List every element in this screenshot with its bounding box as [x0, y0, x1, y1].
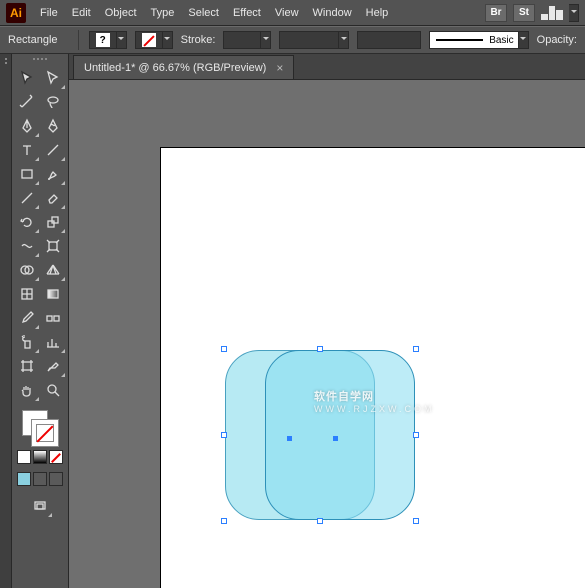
selected-shapes[interactable]: [225, 350, 415, 540]
magic-wand-tool[interactable]: [14, 90, 40, 114]
tools-grip[interactable]: [25, 58, 55, 62]
document-tab-title: Untitled-1* @ 66.67% (RGB/Preview): [84, 62, 266, 74]
menu-select[interactable]: Select: [188, 5, 219, 21]
zoom-tool[interactable]: [40, 378, 66, 402]
brush-stroke-icon: [436, 39, 484, 41]
fill-swatch[interactable]: ?: [89, 31, 117, 49]
watermark: 软件自学网 WWW.RJZXW.COM: [314, 380, 434, 414]
stroke-weight-label: Stroke:: [181, 34, 216, 46]
menu-object[interactable]: Object: [105, 5, 137, 21]
eyedropper-tool[interactable]: [14, 306, 40, 330]
brush-dropdown[interactable]: [519, 31, 529, 49]
app-logo: Ai: [6, 3, 26, 23]
stock-badge[interactable]: St: [513, 4, 535, 22]
color-mode-fill[interactable]: [17, 450, 31, 464]
draw-behind-mode[interactable]: [33, 472, 47, 486]
menu-window[interactable]: Window: [313, 5, 352, 21]
menu-help[interactable]: Help: [366, 5, 389, 21]
menu-view[interactable]: View: [275, 5, 299, 21]
stroke-weight-stepper[interactable]: [261, 31, 271, 49]
curvature-tool[interactable]: [40, 114, 66, 138]
width-tool[interactable]: [14, 234, 40, 258]
stroke-swatch[interactable]: [135, 31, 163, 49]
pen-tool[interactable]: [14, 114, 40, 138]
type-tool[interactable]: [14, 138, 40, 162]
workspace-dropdown[interactable]: [569, 4, 579, 22]
selection-type-label: Rectangle: [8, 34, 68, 46]
shaper-tool[interactable]: [14, 186, 40, 210]
shape-builder-tool[interactable]: [14, 258, 40, 282]
stroke-color-well[interactable]: [32, 420, 58, 446]
anchor-point[interactable]: [287, 436, 292, 441]
color-mode-none[interactable]: [49, 450, 63, 464]
bridge-badge[interactable]: Br: [485, 4, 507, 22]
variable-width-dropdown[interactable]: [339, 31, 349, 49]
eraser-tool[interactable]: [40, 186, 66, 210]
brush-definition-preview[interactable]: [357, 31, 420, 49]
menu-effect[interactable]: Effect: [233, 5, 261, 21]
scale-tool[interactable]: [40, 210, 66, 234]
workspace-switcher-icon[interactable]: [541, 6, 563, 20]
rotate-tool[interactable]: [14, 210, 40, 234]
document-tab[interactable]: Untitled-1* @ 66.67% (RGB/Preview) ×: [73, 55, 294, 79]
rectangle-tool[interactable]: [14, 162, 40, 186]
opacity-label: Opacity:: [537, 34, 577, 46]
direct-selection-tool[interactable]: [40, 66, 66, 90]
lasso-tool[interactable]: [40, 90, 66, 114]
anchor-point[interactable]: [333, 436, 338, 441]
column-graph-tool[interactable]: [40, 330, 66, 354]
slice-tool[interactable]: [40, 354, 66, 378]
draw-inside-mode[interactable]: [49, 472, 63, 486]
menu-edit[interactable]: Edit: [72, 5, 91, 21]
stroke-weight-input[interactable]: [223, 31, 261, 49]
close-tab-icon[interactable]: ×: [276, 61, 283, 75]
fill-dropdown[interactable]: [117, 31, 127, 49]
no-stroke-icon: [142, 33, 156, 47]
screen-mode-tool[interactable]: [27, 494, 53, 518]
fill-unknown-icon: ?: [96, 33, 110, 47]
menu-bar: Ai File Edit Object Type Select Effect V…: [0, 0, 585, 26]
artboard-tool[interactable]: [14, 354, 40, 378]
color-mode-gradient[interactable]: [33, 450, 47, 464]
brush-name: Basic: [489, 35, 513, 46]
free-transform-tool[interactable]: [40, 234, 66, 258]
menu-type[interactable]: Type: [151, 5, 175, 21]
control-bar: Rectangle ? Stroke: Basic Opacity:: [0, 26, 585, 54]
symbol-sprayer-tool[interactable]: [14, 330, 40, 354]
rounded-rect-2[interactable]: [265, 350, 415, 520]
brush-well[interactable]: Basic: [429, 31, 519, 49]
blend-tool[interactable]: [40, 306, 66, 330]
mesh-tool[interactable]: [14, 282, 40, 306]
hand-tool[interactable]: [14, 378, 40, 402]
line-segment-tool[interactable]: [40, 138, 66, 162]
draw-normal-mode[interactable]: [17, 472, 31, 486]
perspective-grid-tool[interactable]: [40, 258, 66, 282]
canvas[interactable]: 软件自学网 WWW.RJZXW.COM: [69, 80, 585, 588]
paintbrush-tool[interactable]: [40, 162, 66, 186]
menu-file[interactable]: File: [40, 5, 58, 21]
variable-width-profile[interactable]: [279, 31, 339, 49]
fill-stroke-control[interactable]: ?: [20, 408, 60, 448]
panel-dock-strip[interactable]: [0, 54, 12, 588]
selection-tool[interactable]: [14, 66, 40, 90]
tools-panel: ?: [12, 54, 69, 588]
stroke-dropdown[interactable]: [163, 31, 173, 49]
document-tab-strip: Untitled-1* @ 66.67% (RGB/Preview) ×: [69, 54, 585, 80]
gradient-tool[interactable]: [40, 282, 66, 306]
